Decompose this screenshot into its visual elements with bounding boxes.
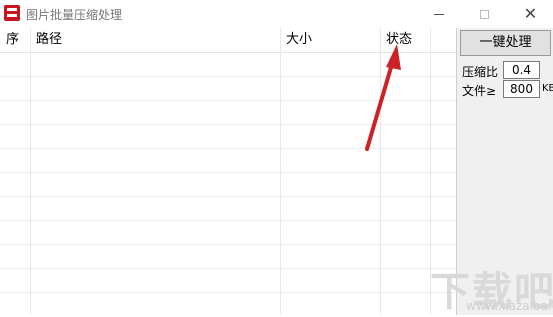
column-header-index[interactable]: 序 bbox=[0, 28, 30, 52]
minimize-icon bbox=[433, 13, 444, 15]
row-divider bbox=[0, 268, 456, 269]
row-divider bbox=[0, 124, 456, 125]
ratio-label: 压缩比 bbox=[462, 65, 499, 79]
min-filesize-input[interactable]: 800 bbox=[503, 80, 540, 98]
row-divider bbox=[0, 148, 456, 149]
compression-ratio-input[interactable]: 0.4 bbox=[503, 61, 540, 79]
row-divider bbox=[0, 172, 456, 173]
app-logo-icon bbox=[4, 5, 20, 21]
maximize-icon bbox=[480, 9, 489, 19]
watermark: 下载吧 www.xiazaiba.com bbox=[418, 255, 553, 315]
filesize-label: 文件≥ bbox=[462, 84, 497, 98]
row-divider bbox=[0, 196, 456, 197]
column-header-path[interactable]: 路径 bbox=[30, 28, 280, 52]
maximize-button[interactable] bbox=[462, 0, 507, 28]
list-header: 序 路径 大小 状态 bbox=[0, 28, 456, 53]
column-header-status[interactable]: 状态 bbox=[380, 28, 430, 52]
file-list[interactable]: 序 路径 大小 状态 bbox=[0, 28, 456, 315]
watermark-url: www.xiazaiba.com bbox=[466, 299, 553, 313]
title-bar: 图片批量压缩处理 ✕ bbox=[0, 0, 553, 28]
row-divider bbox=[0, 100, 456, 101]
column-header-size[interactable]: 大小 bbox=[280, 28, 380, 52]
minimize-button[interactable] bbox=[416, 0, 461, 28]
row-divider bbox=[0, 292, 456, 293]
row-divider bbox=[0, 244, 456, 245]
one-click-process-button[interactable]: 一键处理 bbox=[460, 30, 551, 56]
close-icon: ✕ bbox=[523, 4, 538, 23]
row-divider bbox=[0, 220, 456, 221]
window-title: 图片批量压缩处理 bbox=[26, 8, 123, 22]
close-button[interactable]: ✕ bbox=[508, 0, 553, 28]
row-divider bbox=[0, 76, 456, 77]
filesize-unit: KB bbox=[542, 83, 553, 94]
